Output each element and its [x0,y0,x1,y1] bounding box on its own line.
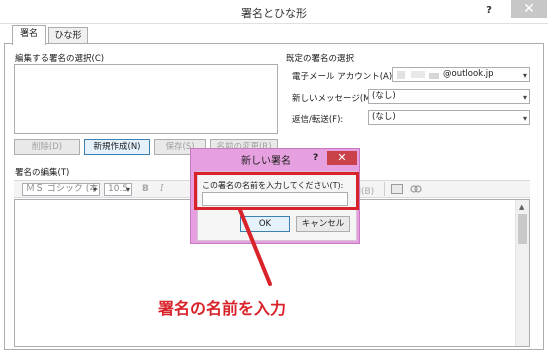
italic-button[interactable]: I [160,184,164,194]
input-highlight-box [194,172,359,210]
redacted-text [411,71,425,78]
redacted-text [429,73,439,79]
new-message-label: 新しいメッセージ(M): [292,94,377,104]
delete-button[interactable]: 削除(D) [14,139,80,155]
close-button[interactable]: ✕ [511,0,547,18]
scroll-thumb[interactable] [518,214,527,244]
font-name-select[interactable]: ＭＳ ゴシック (本 ▾ [22,183,100,196]
chevron-down-icon: ▾ [92,185,97,194]
signature-list-label: 編集する署名の選択(C) [15,54,105,64]
defaults-heading: 既定の署名の選択 [286,54,355,64]
window-title: 署名とひな形 [241,7,307,20]
scroll-up-icon[interactable]: ▲ [519,203,524,211]
dialog-title: 新しい署名 [241,156,291,167]
reply-forward-label: 返信/転送(F): [292,115,344,125]
reply-forward-value: (なし) [372,112,396,122]
picture-icon[interactable] [391,184,403,194]
font-name-value: ＭＳ ゴシック (本 [26,184,99,194]
chevron-down-icon: ▾ [522,114,527,123]
new-button[interactable]: 新規作成(N) [84,139,150,155]
chevron-down-icon: ▾ [125,185,130,194]
tab-signature[interactable]: 署名 [12,25,46,45]
bold-button[interactable]: B [142,184,149,194]
email-account-label: 電子メール アカウント(A): [292,72,396,82]
reply-forward-select[interactable]: (なし) ▾ [368,110,530,125]
dialog-close-button[interactable]: ✕ [327,151,357,165]
ok-button[interactable]: OK [240,216,290,232]
cancel-button[interactable]: キャンセル [296,216,350,232]
font-size-select[interactable]: 10.5 ▾ [104,183,132,196]
signature-list[interactable] [14,64,278,134]
editor-scrollbar[interactable]: ▲ [515,200,529,346]
new-message-value: (なし) [372,91,396,101]
hyperlink-icon[interactable] [410,183,422,195]
chevron-down-icon: ▾ [522,93,527,102]
help-button[interactable]: ? [480,2,498,20]
email-account-value: @outlook.jp [443,69,494,79]
new-message-select[interactable]: (なし) ▾ [368,89,530,104]
annotation-label: 署名の名前を入力 [158,299,287,318]
email-account-select[interactable]: @outlook.jp ▾ [392,67,530,82]
toolbar-divider [384,182,385,196]
edit-signature-label: 署名の編集(T) [15,168,70,178]
chevron-down-icon: ▾ [522,71,527,80]
account-icon [397,71,405,79]
dialog-help-button[interactable]: ? [313,153,318,163]
title-bar: 署名とひな形 ? ✕ [0,0,548,24]
